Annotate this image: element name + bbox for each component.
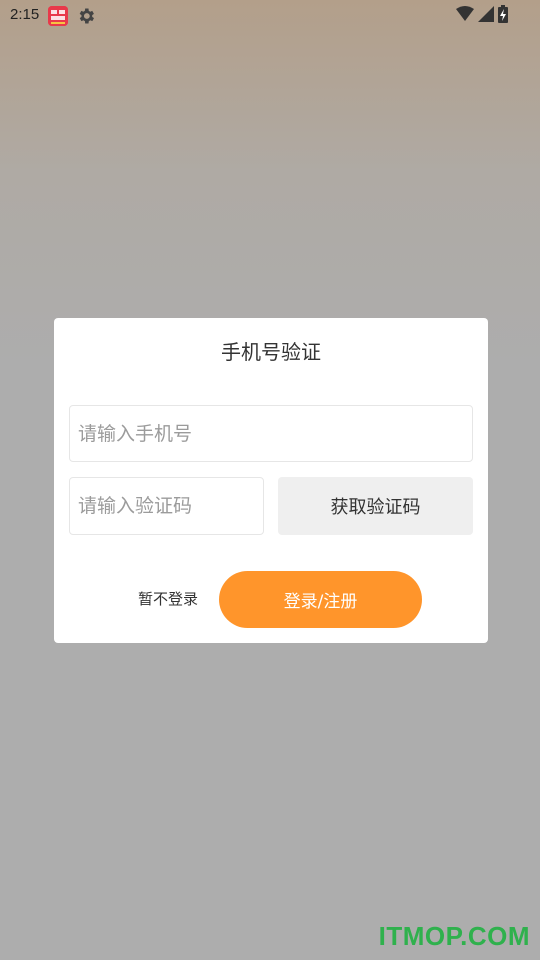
wifi-icon <box>456 6 474 26</box>
skip-login-button[interactable]: 暂不登录 <box>138 588 198 609</box>
status-time: 2:15 <box>10 6 40 23</box>
watermark: ITMOP.COM <box>378 921 530 951</box>
app-notification-icon <box>48 6 68 26</box>
phone-input[interactable] <box>70 406 472 461</box>
status-indicators <box>456 5 508 27</box>
get-code-button[interactable]: 获取验证码 <box>278 477 473 535</box>
settings-gear-icon <box>76 6 96 26</box>
phone-verify-dialog: 手机号验证 获取验证码 暂不登录 登录/注册 <box>54 318 488 643</box>
phone-field[interactable] <box>69 405 473 462</box>
login-register-button[interactable]: 登录/注册 <box>219 571 422 628</box>
cellular-signal-icon <box>478 6 494 26</box>
verification-code-input[interactable] <box>70 478 263 534</box>
dialog-title: 手机号验证 <box>221 340 321 364</box>
status-bar: 2:15 <box>0 0 540 32</box>
code-field[interactable] <box>69 477 264 535</box>
battery-charging-icon <box>498 5 508 27</box>
